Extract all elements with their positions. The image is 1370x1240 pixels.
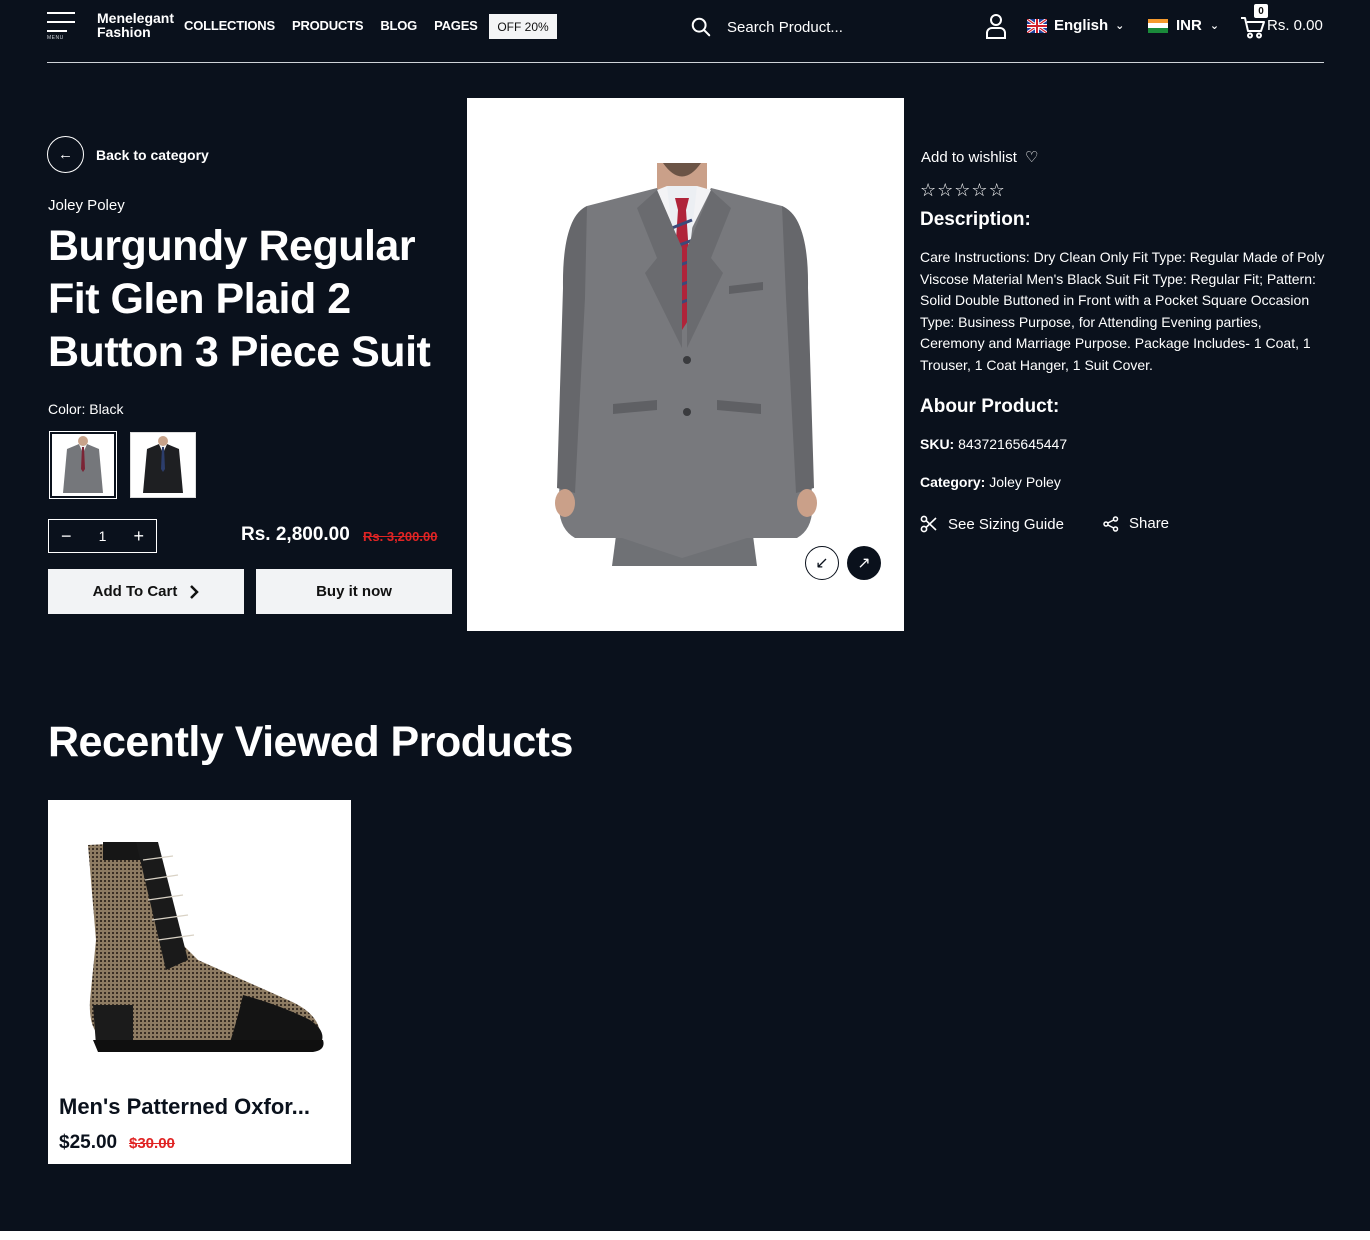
plus-icon[interactable]: + — [133, 526, 144, 547]
cart-icon[interactable] — [1240, 15, 1266, 39]
search-input[interactable] — [727, 16, 917, 38]
product-description: Care Instructions: Dry Clean Only Fit Ty… — [920, 249, 1325, 373]
buy-now-label: Buy it now — [316, 583, 392, 600]
back-label: Back to category — [96, 146, 209, 163]
sizing-guide-link[interactable]: See Sizing Guide — [920, 515, 1064, 533]
arrow-left-icon: ← — [47, 136, 84, 173]
star-icon: ☆ — [971, 180, 989, 200]
chevron-down-icon: ⌄ — [1115, 20, 1125, 32]
suit-image — [467, 98, 904, 631]
add-to-wishlist-link[interactable]: Add to wishlist ♡ — [921, 148, 1039, 167]
wishlist-label: Add to wishlist — [921, 148, 1017, 166]
language-label: English — [1054, 17, 1109, 34]
sku-row: SKU: 84372165645447 — [920, 436, 1067, 452]
product-card[interactable]: Men's Patterned Oxfor... $25.00 $30.00 — [48, 800, 351, 1164]
india-flag-icon — [1148, 18, 1168, 33]
star-icon: ☆ — [937, 180, 955, 200]
logo-line2: Fashion — [97, 24, 151, 40]
category-value[interactable]: Joley Poley — [989, 474, 1061, 490]
chevron-right-icon — [190, 584, 200, 599]
rating-stars[interactable]: ☆☆☆☆☆ — [920, 180, 1006, 201]
add-to-cart-button[interactable]: Add To Cart — [48, 569, 244, 614]
star-icon: ☆ — [920, 180, 938, 200]
nav-products[interactable]: PRODUCTS — [292, 18, 364, 33]
language-selector[interactable]: English ⌄ — [1027, 17, 1124, 34]
product-brand: Joley Poley — [48, 197, 125, 214]
description-heading: Description: — [920, 209, 1031, 230]
color-label: Color: Black — [48, 401, 124, 417]
back-to-category-link[interactable]: ← Back to category — [47, 136, 209, 173]
page-footer-edge — [0, 1231, 1370, 1240]
menu-icon[interactable]: MENU — [47, 12, 77, 42]
nav-collections[interactable]: COLLECTIONS — [184, 18, 275, 33]
product-main-image[interactable]: ↙ ↗ — [467, 98, 904, 631]
zoom-in-icon[interactable]: ↗ — [847, 546, 881, 580]
sku-label: SKU: — [920, 436, 955, 452]
card-product-old-price: $30.00 — [129, 1135, 175, 1152]
currency-selector[interactable]: INR ⌄ — [1148, 17, 1219, 34]
logo-line1: Menelegant — [97, 10, 175, 26]
about-heading: Abour Product: — [920, 396, 1060, 417]
menu-label: MENU — [47, 35, 64, 41]
main-nav: COLLECTIONS PRODUCTS BLOG PAGES — [184, 18, 478, 33]
share-label: Share — [1129, 515, 1170, 532]
add-to-cart-label: Add To Cart — [92, 583, 178, 600]
quantity-stepper: − 1 + — [48, 519, 157, 553]
zoom-out-icon[interactable]: ↙ — [805, 546, 839, 580]
card-product-price: $25.00 — [59, 1132, 118, 1153]
boot-image — [88, 842, 324, 1052]
uk-flag-icon — [1027, 18, 1047, 33]
share-link[interactable]: Share — [1103, 515, 1169, 532]
share-icon — [1103, 515, 1119, 532]
color-swatch-grey[interactable] — [49, 431, 117, 499]
sizing-guide-label: See Sizing Guide — [948, 515, 1064, 533]
star-icon: ☆ — [954, 180, 972, 200]
black-suit-thumbnail — [133, 435, 193, 495]
user-icon[interactable] — [985, 13, 1007, 39]
site-header: MENU Menelegant Fashion COLLECTIONS PROD… — [0, 0, 1370, 64]
sku-value: 84372165645447 — [958, 436, 1068, 452]
quantity-value[interactable]: 1 — [99, 528, 107, 544]
currency-label: INR — [1176, 17, 1202, 34]
chevron-down-icon: ⌄ — [1209, 20, 1220, 32]
cart-total[interactable]: Rs. 0.00 — [1267, 17, 1323, 34]
category-row: Category: Joley Poley — [920, 474, 1061, 490]
product-price: Rs. 2,800.00 — [241, 524, 350, 545]
category-label: Category: — [920, 474, 986, 490]
minus-icon[interactable]: − — [61, 526, 72, 547]
nav-blog[interactable]: BLOG — [380, 18, 417, 33]
buy-now-button[interactable]: Buy it now — [256, 569, 452, 614]
star-icon: ☆ — [988, 180, 1006, 200]
card-product-name: Men's Patterned Oxfor... — [59, 1094, 310, 1119]
grey-suit-thumbnail — [53, 435, 113, 495]
scissors-icon — [920, 515, 937, 533]
cart-count-badge: 0 — [1254, 4, 1268, 18]
product-old-price: Rs. 3,200.00 — [363, 529, 438, 544]
recently-viewed-heading: Recently Viewed Products — [48, 718, 573, 766]
search-icon[interactable] — [690, 16, 712, 38]
heart-icon: ♡ — [1024, 149, 1039, 166]
nav-pages[interactable]: PAGES — [434, 18, 478, 33]
header-divider — [47, 62, 1324, 63]
color-swatch-black[interactable] — [130, 432, 196, 498]
offer-badge[interactable]: OFF 20% — [489, 14, 557, 39]
product-title: Burgundy Regular Fit Glen Plaid 2 Button… — [48, 222, 431, 376]
site-logo[interactable]: Menelegant Fashion — [97, 11, 174, 39]
